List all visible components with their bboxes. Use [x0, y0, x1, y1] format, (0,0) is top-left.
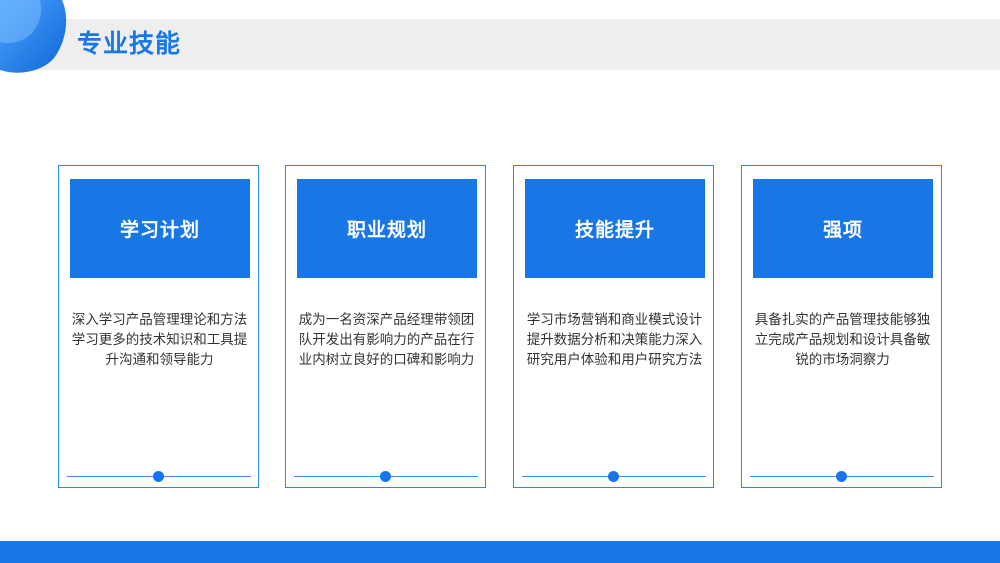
skill-card-strengths: 强项 具备扎实的产品管理技能够独立完成产品规划和设计具备敏锐的市场洞察力: [741, 165, 942, 488]
bottom-bar: [0, 541, 1000, 563]
card-dot-icon: [380, 471, 391, 482]
card-text: 成为一名资深产品经理带领团队开发出有影响力的产品在行业内树立良好的口碑和影响力: [298, 312, 475, 368]
card-text: 具备扎实的产品管理技能够独立完成产品规划和设计具备敏锐的市场洞察力: [754, 312, 931, 368]
skill-card-learning-plan: 学习计划 深入学习产品管理理论和方法学习更多的技术知识和工具提升沟通和领导能力: [58, 165, 259, 488]
card-dot-icon: [153, 471, 164, 482]
card-heading: 学习计划: [70, 179, 250, 278]
card-text: 学习市场营销和商业模式设计提升数据分析和决策能力深入研究用户体验和用户研究方法: [526, 312, 703, 368]
corner-decoration: [0, 0, 67, 73]
card-dot-icon: [836, 471, 847, 482]
card-text: 深入学习产品管理理论和方法学习更多的技术知识和工具提升沟通和领导能力: [71, 312, 248, 368]
skill-card-career-plan: 职业规划 成为一名资深产品经理带领团队开发出有影响力的产品在行业内树立良好的口碑…: [285, 165, 486, 488]
card-heading: 技能提升: [525, 179, 705, 278]
card-heading: 强项: [753, 179, 933, 278]
skill-card-skill-improvement: 技能提升 学习市场营销和商业模式设计提升数据分析和决策能力深入研究用户体验和用户…: [513, 165, 714, 488]
page-title: 专业技能: [77, 29, 182, 58]
card-dot-icon: [608, 471, 619, 482]
card-heading: 职业规划: [297, 179, 477, 278]
